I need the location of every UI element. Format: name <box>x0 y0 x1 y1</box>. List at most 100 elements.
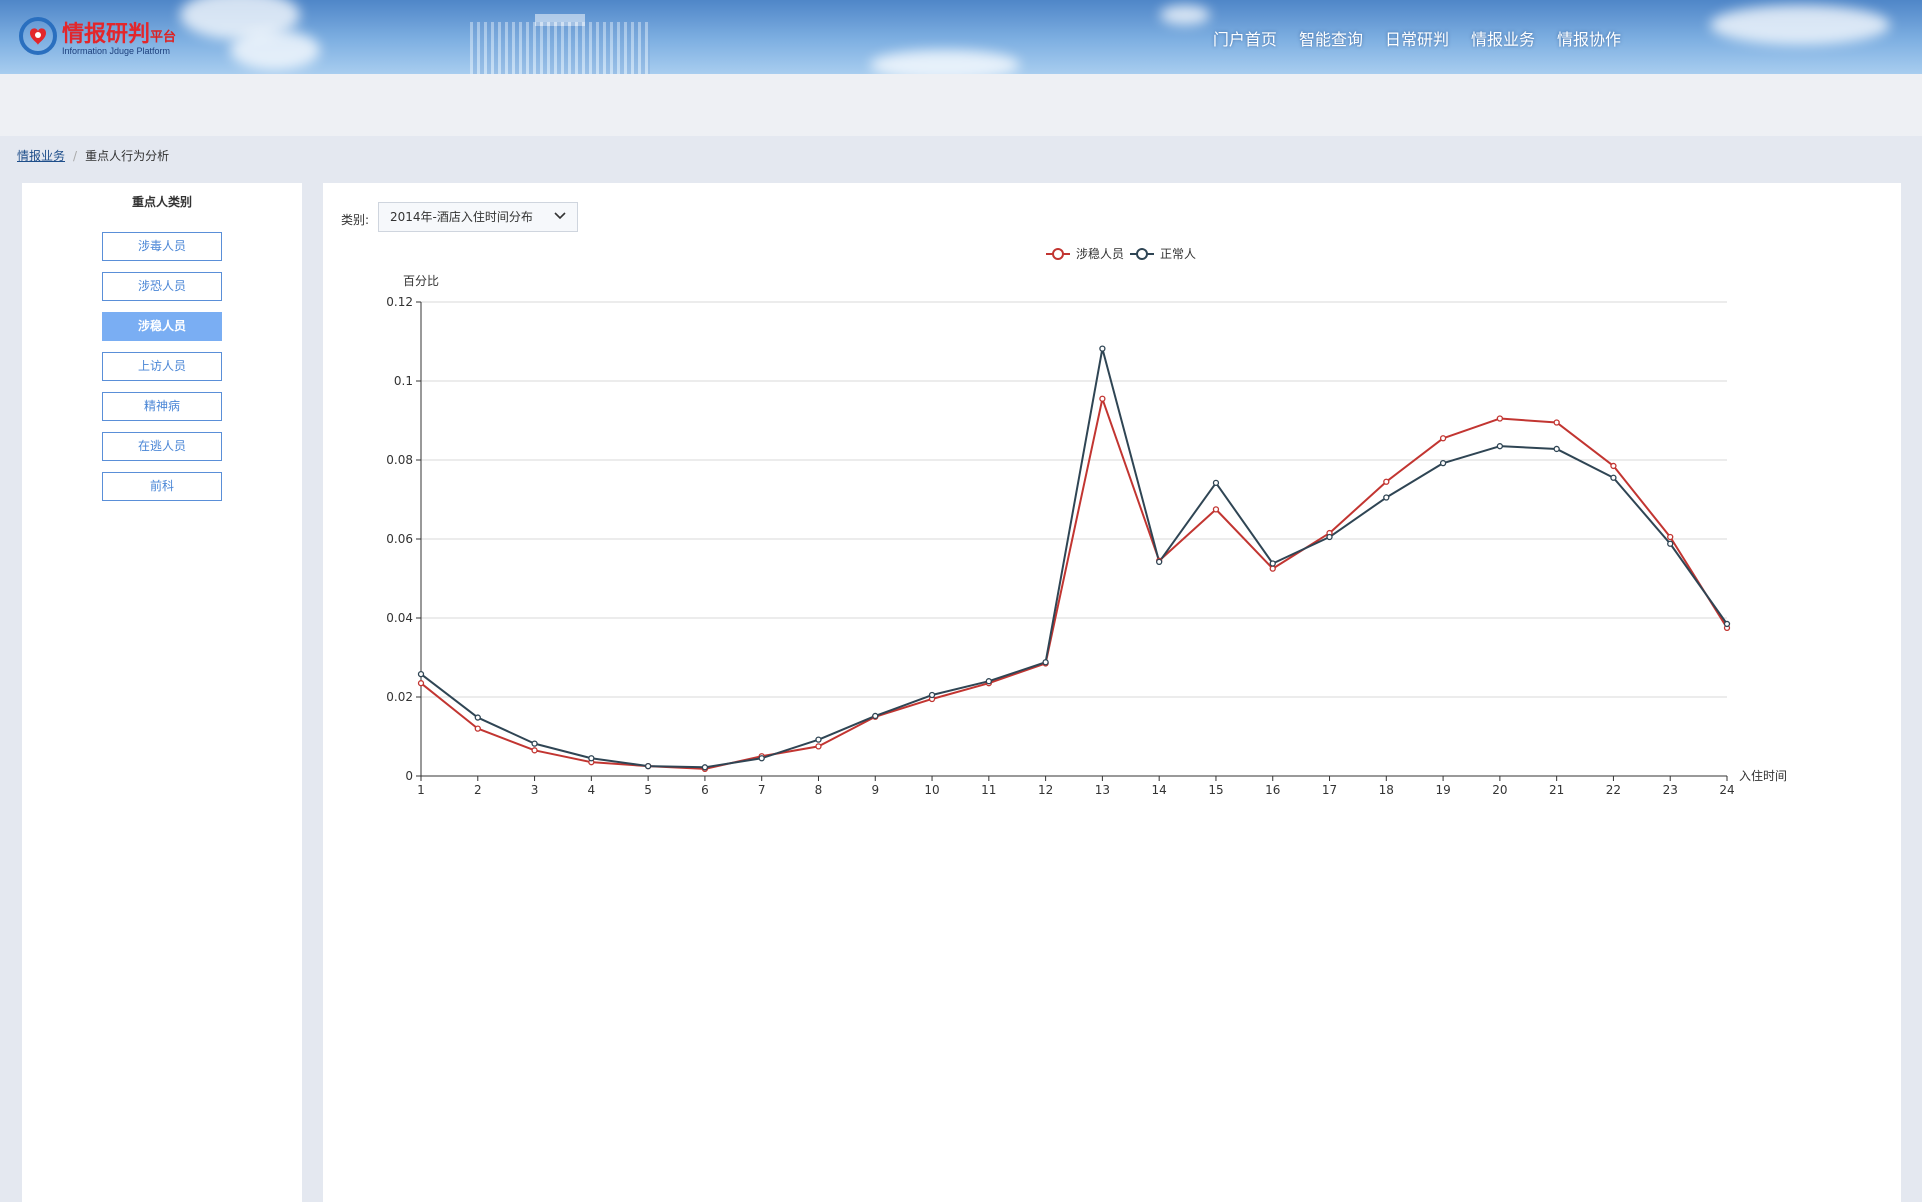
app-logo[interactable]: 情报研判平台 Information Jduge Platform <box>12 12 212 62</box>
category-button-drug[interactable]: 涉毒人员 <box>102 232 222 261</box>
nav-item-intel-collab[interactable]: 情报协作 <box>1546 26 1632 50</box>
x-tick-label: 12 <box>1038 783 1053 797</box>
data-point <box>1667 540 1674 547</box>
x-tick-label: 20 <box>1492 783 1507 797</box>
category-button-terror[interactable]: 涉恐人员 <box>102 272 222 301</box>
category-button-petition[interactable]: 上访人员 <box>102 352 222 381</box>
y-tick-label: 0.06 <box>386 532 413 546</box>
category-button-fugitive[interactable]: 在逃人员 <box>102 432 222 461</box>
y-tick-label: 0.02 <box>386 690 413 704</box>
x-tick-label: 17 <box>1322 783 1337 797</box>
data-point <box>1326 533 1333 541</box>
data-point <box>985 678 992 685</box>
data-point <box>531 740 538 747</box>
data-point <box>1667 533 1674 541</box>
breadcrumb-parent-link[interactable]: 情报业务 <box>17 147 65 164</box>
legend-label: 涉稳人员 <box>1076 246 1124 261</box>
x-tick-label: 23 <box>1663 783 1678 797</box>
y-tick-label: 0.04 <box>386 611 413 625</box>
header-building <box>470 22 650 74</box>
logo-mark-icon <box>19 17 57 55</box>
chart-panel: 类别: 2014年-酒店入住时间分布 0 0.02 0.04 0.06 0.08 0.1 0… <box>323 183 1901 1202</box>
x-tick-label: 22 <box>1606 783 1621 797</box>
data-point <box>1383 478 1390 485</box>
header-cloud <box>230 30 320 70</box>
data-point <box>474 725 481 732</box>
nav-item-home[interactable]: 门户首页 <box>1202 26 1288 50</box>
data-point <box>1439 435 1447 442</box>
nav-item-daily-analysis[interactable]: 日常研判 <box>1374 26 1460 50</box>
x-tick-label: 6 <box>701 783 709 797</box>
x-tick-label: 16 <box>1265 783 1280 797</box>
x-tick-label: 4 <box>588 783 596 797</box>
data-point <box>1042 659 1049 666</box>
data-point <box>1553 445 1560 453</box>
legend-marker <box>1136 248 1148 260</box>
y-axis-label: 百分比 <box>403 274 439 288</box>
data-point <box>531 747 538 754</box>
header-cloud <box>1710 5 1890 45</box>
series-line <box>420 397 1728 770</box>
data-point <box>1553 419 1560 426</box>
logo-title: 情报研判平台 <box>62 22 177 47</box>
category-sidebar: 重点人类别 涉毒人员 涉恐人员 涉稳人员 上访人员 精神病 在逃人员 前科 <box>22 183 302 1202</box>
x-tick-label: 10 <box>924 783 939 797</box>
x-tick-label: 21 <box>1549 783 1564 797</box>
logo-subtitle: Information Jduge Platform <box>62 46 171 56</box>
y-tick-label: 0.12 <box>386 295 413 309</box>
x-tick-label: 18 <box>1379 783 1394 797</box>
sidebar-title: 重点人类别 <box>131 195 192 209</box>
data-point <box>1212 479 1220 487</box>
data-point <box>872 712 879 720</box>
x-tick-label: 14 <box>1152 783 1167 797</box>
legend-label: 正常人 <box>1160 247 1196 261</box>
data-point <box>644 762 652 770</box>
data-point <box>1156 558 1163 566</box>
y-tick-label: 0.1 <box>394 374 413 388</box>
x-axis-label: 入住时间 <box>1739 769 1787 783</box>
breadcrumb-current: 重点人行为分析 <box>85 149 170 163</box>
data-point <box>1099 395 1106 402</box>
x-tick-label: 11 <box>981 783 996 797</box>
header-band <box>0 74 1922 136</box>
y-tick-label: 0.08 <box>386 453 413 467</box>
data-point <box>928 691 936 699</box>
series-line <box>420 347 1728 769</box>
x-tick-label: 19 <box>1435 783 1450 797</box>
category-button-stability[interactable]: 涉稳人员 <box>102 312 222 341</box>
data-point <box>1212 506 1220 513</box>
nav-item-smart-query[interactable]: 智能查询 <box>1288 26 1374 50</box>
header-cloud <box>1160 5 1210 25</box>
x-tick-label: 3 <box>531 783 539 797</box>
x-tick-label: 15 <box>1208 783 1223 797</box>
data-point <box>815 743 822 750</box>
data-point <box>1269 560 1276 567</box>
data-point <box>1439 460 1447 467</box>
data-point <box>1610 474 1617 481</box>
x-tick-label: 24 <box>1719 783 1734 797</box>
x-tick-label: 5 <box>644 783 652 797</box>
x-tick-label: 9 <box>871 783 879 797</box>
nav-item-intel-business[interactable]: 情报业务 <box>1460 26 1546 50</box>
main-nav: 门户首页 智能查询 日常研判 情报业务 情报协作 <box>1202 26 1632 50</box>
breadcrumb-separator: / <box>73 148 78 163</box>
data-point <box>1269 565 1276 572</box>
y-tick-label: 0 <box>405 769 413 783</box>
breadcrumb: 情报业务 / 重点人行为分析 <box>17 147 169 164</box>
header-cloud <box>870 50 1020 74</box>
data-point <box>474 714 481 721</box>
data-point <box>701 764 709 771</box>
line-chart: 00.020.040.060.080.10.121 2 3 4 5 6 7 8 9 10 11 12 1… <box>386 246 1787 797</box>
category-button-criminal-record[interactable]: 前科 <box>102 472 222 501</box>
x-tick-label: 1 <box>417 783 425 797</box>
x-tick-label: 2 <box>474 783 482 797</box>
data-point <box>1496 443 1504 450</box>
data-point <box>815 736 822 743</box>
x-tick-label: 7 <box>758 783 766 797</box>
data-point <box>417 670 425 678</box>
category-button-mental[interactable]: 精神病 <box>102 392 222 421</box>
data-point <box>758 755 765 762</box>
x-tick-label: 13 <box>1095 783 1110 797</box>
data-point <box>1610 462 1617 470</box>
x-tick-label: 8 <box>815 783 823 797</box>
